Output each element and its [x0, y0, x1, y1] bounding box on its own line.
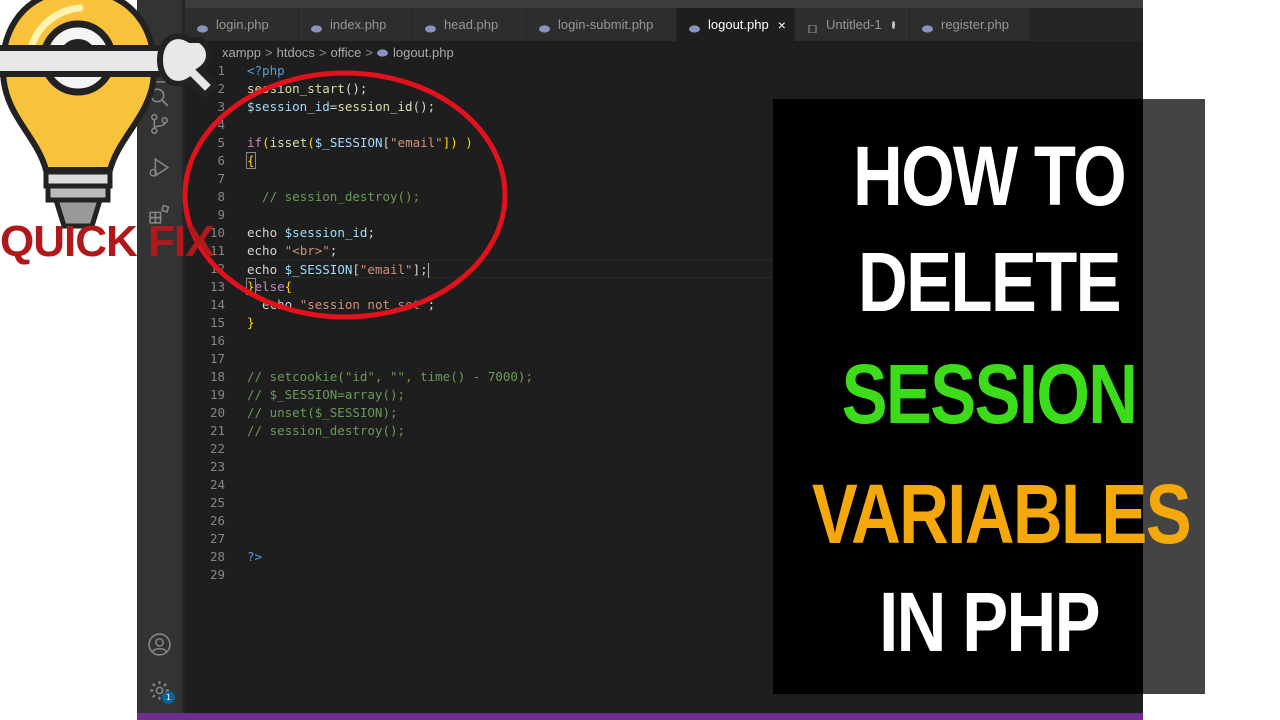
php-file-icon	[425, 21, 436, 33]
file-icon	[807, 21, 818, 33]
tab-label: index.php	[330, 17, 387, 32]
close-icon[interactable]: ×	[778, 17, 786, 33]
tab-untitled-1[interactable]: Untitled-1	[795, 8, 910, 41]
tab-label: login.php	[216, 17, 269, 32]
php-file-icon	[689, 21, 700, 33]
php-file-icon	[539, 21, 550, 33]
breadcrumb-item[interactable]: logout.php	[393, 45, 454, 60]
code-token: // $_SESSION=array();	[247, 387, 406, 402]
line-number: 22	[209, 441, 225, 456]
line-number: 24	[209, 477, 225, 492]
breadcrumb: xampp > htdocs > office > logout.php	[222, 43, 454, 61]
code-line-28: ?>	[247, 548, 807, 566]
tab-label: Untitled-1	[826, 17, 882, 32]
php-file-icon	[922, 21, 933, 33]
line-number: 26	[209, 513, 225, 528]
breadcrumb-item[interactable]: xampp	[222, 45, 261, 60]
title-line-5: IN PHP	[879, 575, 1100, 669]
code-line-18: // setcookie("id", "", time() - 7000);	[247, 368, 807, 386]
line-number: 17	[209, 351, 225, 366]
thumbnail-title-panel: HOW TO DELETE SESSION VARIABLES IN PHP	[773, 99, 1192, 694]
title-line-3: SESSION	[841, 347, 1138, 441]
breadcrumb-separator: >	[318, 44, 327, 60]
tab-login-submit-php[interactable]: login-submit.php	[527, 8, 677, 41]
line-number: 25	[209, 495, 225, 510]
code-token: // session_destroy();	[247, 423, 406, 438]
line-number: 29	[209, 567, 225, 582]
line-number: 19	[209, 387, 225, 402]
title-bar	[185, 0, 1143, 8]
tab-head-php[interactable]: head.php	[413, 8, 527, 41]
code-token: ?>	[247, 549, 263, 564]
account-icon[interactable]	[147, 632, 172, 657]
tab-index-php[interactable]: index.php	[299, 8, 413, 41]
tab-label: logout.php	[708, 17, 769, 32]
settings-gear-icon[interactable]: 1	[147, 678, 175, 704]
line-number: 21	[209, 423, 225, 438]
php-file-icon	[376, 45, 388, 60]
code-line-21: // session_destroy();	[247, 422, 807, 440]
code-token: // unset($_SESSION);	[247, 405, 398, 420]
line-number: 28	[209, 549, 225, 564]
breadcrumb-separator: >	[265, 44, 273, 60]
tab-logout-php[interactable]: logout.php ×	[677, 8, 795, 41]
line-number: 16	[209, 333, 225, 348]
quick-fix-logo: QUICK FIX	[0, 0, 220, 270]
tab-label: head.php	[444, 17, 499, 32]
lightbulb-wrench-icon	[0, 0, 220, 229]
breadcrumb-separator: >	[365, 44, 373, 60]
line-number: 27	[209, 531, 225, 546]
editor-tab-bar: login.php index.php head.php login-submi…	[185, 8, 1143, 41]
quick-fix-text: QUICK FIX	[0, 217, 214, 266]
php-file-icon	[311, 21, 322, 33]
tab-label: login-submit.php	[558, 17, 654, 32]
line-number: 20	[209, 405, 225, 420]
code-token: // setcookie("id", "", time() - 7000);	[247, 369, 533, 384]
line-number: 18	[209, 369, 225, 384]
tab-label: register.php	[941, 17, 1009, 32]
code-line-19: // $_SESSION=array();	[247, 386, 807, 404]
title-line-4: VARIABLES	[811, 467, 1192, 561]
title-line-1: HOW TO	[852, 129, 1127, 223]
unsaved-dot-icon	[891, 20, 895, 29]
tab-register-php[interactable]: register.php	[910, 8, 1031, 41]
line-number: 23	[209, 459, 225, 474]
settings-badge: 1	[162, 691, 175, 704]
breadcrumb-item[interactable]: htdocs	[277, 45, 315, 60]
title-line-2: DELETE	[858, 235, 1122, 329]
breadcrumb-item[interactable]: office	[331, 45, 362, 60]
status-bar	[137, 713, 1143, 720]
red-annotation-circle	[182, 70, 508, 320]
code-line-20: // unset($_SESSION);	[247, 404, 807, 422]
